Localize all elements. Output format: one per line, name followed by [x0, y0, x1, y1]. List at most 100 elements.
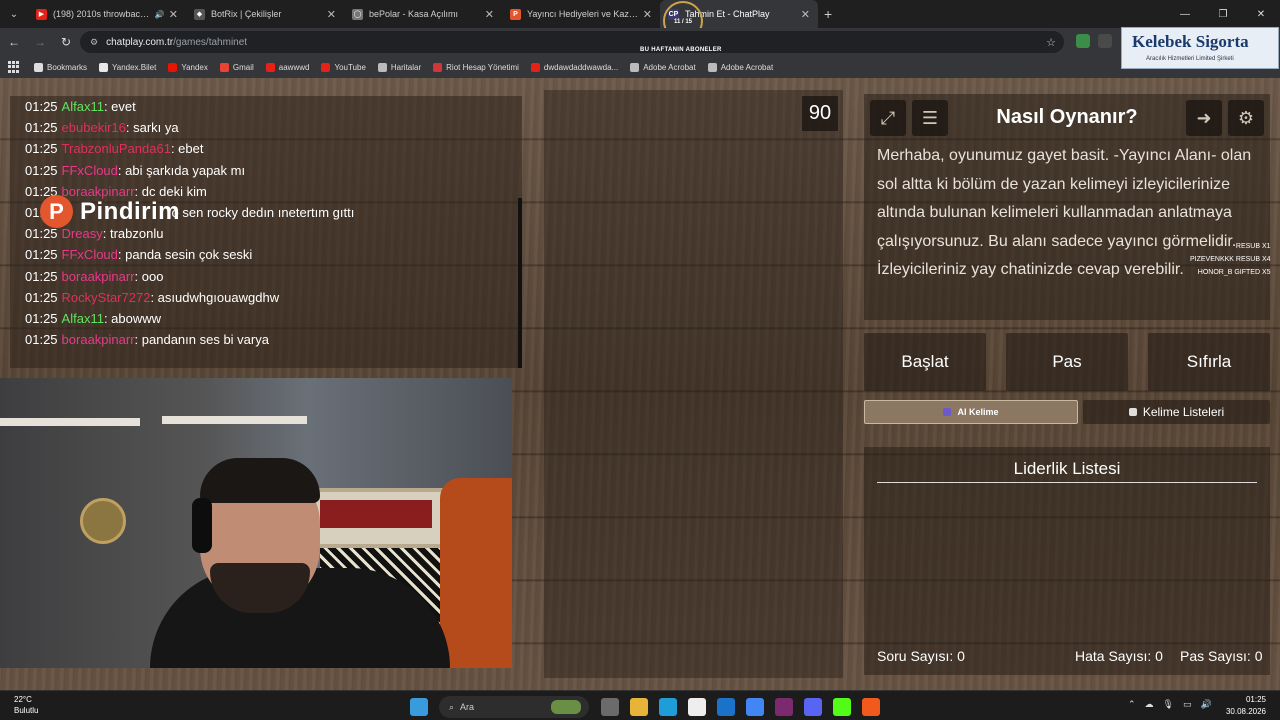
close-tab-icon[interactable]: ✕	[801, 8, 810, 21]
extension-icon[interactable]	[1076, 34, 1090, 48]
ai-word-tab[interactable]: AI Kelime	[864, 400, 1078, 424]
browser-tab[interactable]: ◯ bePolar - Kasa Açılımı ✕	[344, 0, 502, 28]
chat-timestamp: 01:25	[25, 99, 58, 114]
chat-username[interactable]: Alfax11	[62, 311, 104, 326]
discord-icon[interactable]	[804, 698, 822, 716]
search-icon: ⌕	[449, 701, 455, 712]
mail-icon[interactable]	[717, 698, 735, 716]
bookmark-item[interactable]: dwdawdaddwawda...	[530, 62, 618, 72]
obs-icon[interactable]	[775, 698, 793, 716]
extension-icon[interactable]	[1098, 34, 1112, 48]
windows-start-icon[interactable]	[410, 698, 428, 716]
site-info-icon[interactable]: ⚙	[90, 37, 98, 48]
yandex-bilet-icon	[99, 62, 109, 72]
new-tab-button[interactable]: +	[824, 6, 832, 22]
apps-grid-icon[interactable]	[8, 61, 20, 73]
taskbar-search-input[interactable]: ⌕ Ara	[439, 696, 589, 718]
chat-username[interactable]: boraakpinarr	[62, 332, 135, 347]
chrome-icon[interactable]	[746, 698, 764, 716]
settings-gear-icon[interactable]: ⚙	[1228, 100, 1264, 136]
chat-timestamp: 01:25	[25, 226, 58, 242]
logout-icon[interactable]: ➜	[1186, 100, 1222, 136]
bookmark-item[interactable]: Yandex.Bilet	[99, 62, 156, 72]
bookmark-label: YouTube	[334, 62, 366, 72]
sponsor-banner: Kelebek Sigorta Aracılık Hizmetleri Limi…	[1121, 27, 1279, 69]
pass-button[interactable]: Pas	[1006, 333, 1128, 391]
tray-chevron-icon[interactable]: ⌃	[1128, 699, 1136, 710]
bookmark-star-icon[interactable]: ☆	[1046, 36, 1056, 49]
question-count: Soru Sayısı: 0	[877, 648, 965, 664]
start-button[interactable]: Başlat	[864, 333, 986, 391]
close-tab-icon[interactable]: ✕	[327, 8, 336, 21]
cloud-icon[interactable]: ☁	[1145, 699, 1154, 710]
store-icon[interactable]	[688, 698, 706, 716]
close-tab-icon[interactable]: ✕	[169, 8, 178, 21]
chat-message: 01:25 Alfax11: abowww	[25, 311, 161, 326]
chat-text: : evet	[103, 99, 136, 114]
browser-tab[interactable]: ▶ (198) 2010s throwback vibe🔊 ✕	[28, 0, 186, 28]
chat-timestamp: 01:25	[25, 332, 58, 348]
chat-username[interactable]: FFxCloud	[62, 163, 118, 178]
bookmark-item[interactable]: aawwwd	[265, 62, 309, 72]
chat-timestamp: 01:25	[25, 247, 58, 263]
close-window-icon[interactable]: ✕	[1242, 0, 1280, 28]
chat-username[interactable]: boraakpinarr	[62, 269, 135, 284]
network-icon[interactable]: ▭	[1183, 699, 1192, 710]
volume-icon[interactable]: 🔊	[1201, 699, 1212, 710]
weather-widget[interactable]: 22°C Bulutlu	[14, 694, 38, 716]
bookmark-item[interactable]: Riot Hesap Yönetimi	[433, 62, 519, 72]
wall-clock	[80, 498, 126, 544]
mic-icon[interactable]: 🎙	[1163, 699, 1174, 710]
chat-username[interactable]: Alfax11	[62, 99, 104, 114]
sub-alert: RESUB X1	[1235, 243, 1271, 250]
bookmark-item[interactable]: YouTube	[321, 62, 366, 72]
bookmark-item[interactable]: Yandex	[168, 62, 208, 72]
chat-username[interactable]: Dreasy	[62, 226, 103, 241]
chat-username[interactable]: FFxCloud	[62, 247, 118, 262]
system-clock[interactable]: 01:25 30.08.2026	[1226, 694, 1266, 718]
word-lists-tab[interactable]: Kelime Listeleri	[1083, 400, 1270, 424]
file-explorer-icon[interactable]	[630, 698, 648, 716]
bookmark-item[interactable]: Haritalar	[377, 62, 421, 72]
bookmark-label: Adobe Acrobat	[720, 62, 774, 72]
bookmark-item[interactable]: Bookmarks	[34, 62, 88, 72]
reset-button[interactable]: Sıfırla	[1148, 333, 1270, 391]
browser-tab[interactable]: P Yayıncı Hediyeleri ve Kazananlar ✕	[502, 0, 660, 28]
chat-text: ö sen rocky dedın ınetertım gıttı	[171, 205, 355, 220]
tab-audio-icon[interactable]: 🔊	[155, 10, 165, 19]
close-tab-icon[interactable]: ✕	[643, 8, 652, 21]
reload-icon[interactable]: ↻	[54, 30, 78, 54]
chat-text: : abi şarkıda yapak mı	[117, 162, 246, 178]
chat-text: : trabzonlu	[102, 226, 164, 242]
bookmark-item[interactable]: Gmail	[219, 62, 254, 72]
back-arrow-icon[interactable]: ←	[2, 30, 26, 54]
edge-icon[interactable]	[659, 698, 677, 716]
bookmark-label: Bookmarks	[47, 62, 88, 72]
error-count: Hata Sayısı: 0	[1075, 648, 1163, 664]
pindirim-watermark: P Pindirim	[40, 195, 180, 228]
tab-title: BotRix | Çekilişler	[211, 9, 282, 19]
brave-icon[interactable]	[862, 698, 880, 716]
bookmark-item[interactable]: Adobe Acrobat	[707, 62, 774, 72]
bookmark-item[interactable]: Adobe Acrobat	[630, 62, 696, 72]
chat-username[interactable]: TrabzonluPanda61	[62, 141, 171, 156]
globe-icon	[707, 62, 717, 72]
maximize-icon[interactable]: ❐	[1204, 0, 1242, 28]
url-bar[interactable]: ⚙ chatplay.com.tr/games/tahminet ☆	[80, 31, 1064, 53]
forward-arrow-icon[interactable]: →	[28, 30, 52, 54]
minimize-icon[interactable]: —	[1166, 0, 1204, 28]
gaming-chair	[440, 478, 512, 668]
task-view-icon[interactable]	[601, 698, 619, 716]
chat-message: 01:25 Dreasy: trabzonlu	[25, 226, 163, 241]
kick-icon[interactable]	[833, 698, 851, 716]
chat-scrollbar[interactable]	[518, 198, 522, 368]
close-tab-icon[interactable]: ✕	[485, 8, 494, 21]
tab-search-chevron-icon[interactable]: ⌄	[0, 0, 28, 28]
ai-word-label: AI Kelime	[957, 407, 999, 417]
url-path: /games/tahminet	[173, 36, 248, 48]
chat-username[interactable]: ebubekir16	[62, 120, 126, 135]
browser-tab[interactable]: ◆ BotRix | Çekilişler ✕	[186, 0, 344, 28]
chat-username[interactable]: RockyStar7272	[62, 290, 151, 305]
chat-text: : abowww	[103, 311, 162, 326]
weekly-subscribers-label: BU HAFTANIN ABONELER	[640, 47, 722, 53]
